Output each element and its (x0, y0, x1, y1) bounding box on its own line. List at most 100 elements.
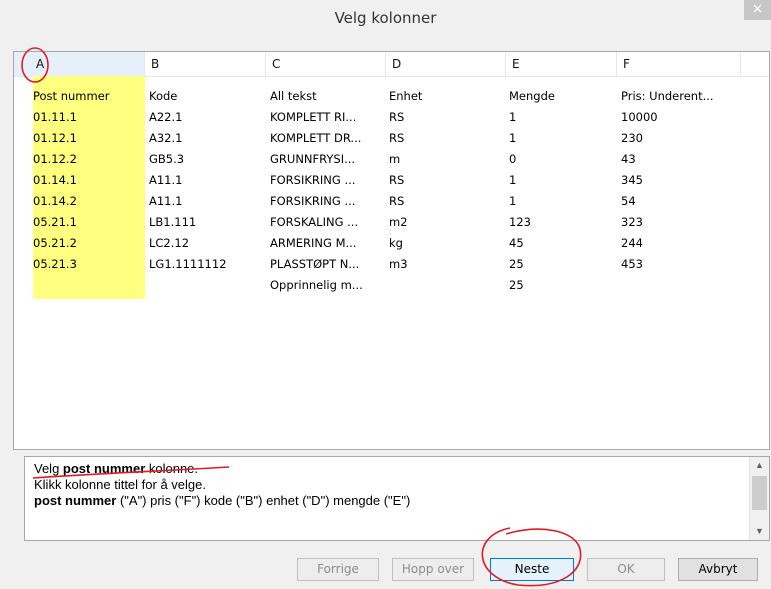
table-cell: LC2.12 (149, 236, 190, 250)
chevron-down-icon[interactable]: ▼ (750, 523, 769, 540)
table-cell: RS (389, 194, 405, 208)
column-header-d[interactable]: D (386, 52, 506, 76)
column-header-e[interactable]: E (506, 52, 617, 76)
table-cell: m2 (389, 215, 408, 229)
table-cell: 1 (509, 131, 517, 145)
table-cell: 05.21.2 (33, 236, 77, 250)
table-cell: 45 (509, 236, 524, 250)
table-cell: 01.12.2 (33, 152, 77, 166)
button-bar: Forrige Hopp over Neste OK Avbryt (0, 552, 771, 589)
table-cell: 323 (621, 215, 643, 229)
message-suffix: kolonne. (145, 461, 199, 476)
next-button[interactable]: Neste (490, 558, 574, 581)
table-cell: 345 (621, 173, 643, 187)
table-cell: RS (389, 110, 405, 124)
message-target-column: post nummer (62, 461, 146, 476)
table-cell: A32.1 (149, 131, 183, 145)
scrollbar-thumb[interactable] (752, 476, 767, 510)
table-cell: 01.11.1 (33, 110, 77, 124)
table-cell: 1 (509, 194, 517, 208)
table-cell: KOMPLETT DR... (270, 131, 362, 145)
column-header-f[interactable]: F (617, 52, 741, 76)
table-cell: 1 (509, 173, 517, 187)
table-cell: 43 (621, 152, 636, 166)
table-cell: RS (389, 173, 405, 187)
table-cell (149, 275, 257, 295)
table-cell: KOMPLETT RI... (270, 110, 357, 124)
close-icon[interactable]: × (744, 0, 771, 20)
table-cell: 01.14.2 (33, 194, 77, 208)
chevron-up-icon[interactable]: ▲ (750, 457, 769, 474)
table-cell (33, 275, 145, 295)
instruction-message-box: Velg post nummer kolonne. Klikk kolonne … (24, 456, 770, 541)
table-cell: m3 (389, 257, 408, 271)
table-cell: 123 (509, 215, 531, 229)
message-scrollbar[interactable]: ▲ ▼ (749, 457, 769, 540)
table-row: 01.14.1 A11.1 FORSIKRING ... RS 1 345 (14, 170, 769, 190)
table-cell: Enhet (389, 89, 423, 103)
skip-button[interactable]: Hopp over (392, 558, 474, 581)
table-cell: FORSIKRING ... (270, 194, 356, 208)
message-field-list: ("A") pris ("F") kode ("B") enhet ("D") … (116, 493, 411, 508)
dialog-title: Velg kolonner (334, 9, 437, 27)
table-cell: RS (389, 131, 405, 145)
message-line-1: Velg post nummer kolonne. (34, 461, 198, 476)
table-cell: 25 (509, 257, 524, 271)
column-header-a[interactable]: A (14, 52, 145, 76)
table-cell: Kode (149, 89, 178, 103)
table-cell: 01.14.1 (33, 173, 77, 187)
select-columns-dialog: Velg kolonner × A B C D E F Post nummer … (0, 0, 771, 589)
table-row: 01.12.2 GB5.3 GRUNNFRYSI... m 0 43 (14, 149, 769, 169)
table-cell: FORSKALING ... (270, 215, 359, 229)
cancel-button[interactable]: Avbryt (678, 558, 758, 581)
table-cell: 0 (509, 152, 517, 166)
message-line-3: post nummer ("A") pris ("F") kode ("B") … (34, 493, 410, 508)
table-row: 01.12.1 A32.1 KOMPLETT DR... RS 1 230 (14, 128, 769, 148)
table-cell: 01.12.1 (33, 131, 77, 145)
table-cell: 244 (621, 236, 643, 250)
table-row: 01.11.1 A22.1 KOMPLETT RI... RS 1 10000 (14, 107, 769, 127)
table-cell: Pris: Underent... (621, 89, 714, 103)
table-cell: 05.21.3 (33, 257, 77, 271)
table-row: 01.14.2 A11.1 FORSIKRING ... RS 1 54 (14, 191, 769, 211)
column-header-b[interactable]: B (145, 52, 266, 76)
table-cell: ARMERING M... (270, 236, 357, 250)
table-cell: 05.21.1 (33, 215, 77, 229)
table-cell: LB1.111 (149, 215, 197, 229)
table-cell: GRUNNFRYSI... (270, 152, 356, 166)
table-cell: FORSIKRING ... (270, 173, 356, 187)
table-cell: 54 (621, 194, 636, 208)
table-cell: 10000 (621, 110, 658, 124)
table-cell (389, 275, 504, 295)
table-cell: A22.1 (149, 110, 183, 124)
table-cell: PLASSTØPT N... (270, 257, 360, 271)
table-cell: 230 (621, 131, 643, 145)
table-cell: A11.1 (149, 194, 183, 208)
message-prefix: Velg (34, 461, 63, 476)
table-cell: All tekst (270, 89, 317, 103)
table-cell (621, 275, 746, 295)
column-header-row: A B C D E F (14, 52, 769, 77)
table-cell: A11.1 (149, 173, 183, 187)
table-cell: 1 (509, 110, 517, 124)
table-cell: kg (389, 236, 403, 250)
ok-button[interactable]: OK (587, 558, 665, 581)
table-cell: 25 (509, 278, 524, 292)
table-cell: Post nummer (33, 89, 110, 103)
table-cell: Opprinnelig m... (270, 278, 363, 292)
message-current-field: post nummer (34, 493, 117, 508)
table-row: 05.21.1 LB1.111 FORSKALING ... m2 123 32… (14, 212, 769, 232)
table-cell: 453 (621, 257, 643, 271)
table-cell: m (389, 152, 401, 166)
previous-button[interactable]: Forrige (297, 558, 379, 581)
table-cell: LG1.1111112 (149, 257, 227, 271)
table-cell: Mengde (509, 89, 555, 103)
title-bar: Velg kolonner × (0, 0, 771, 36)
table-row: 05.21.2 LC2.12 ARMERING M... kg 45 244 (14, 233, 769, 253)
table-cell: GB5.3 (149, 152, 185, 166)
table-row: Opprinnelig m... 25 (14, 275, 769, 295)
column-header-c[interactable]: C (266, 52, 386, 76)
table-row: Post nummer Kode All tekst Enhet Mengde … (14, 86, 769, 106)
table-row: 05.21.3 LG1.1111112 PLASSTØPT N... m3 25… (14, 254, 769, 274)
message-line-2: Klikk kolonne tittel for å velge. (34, 477, 206, 492)
